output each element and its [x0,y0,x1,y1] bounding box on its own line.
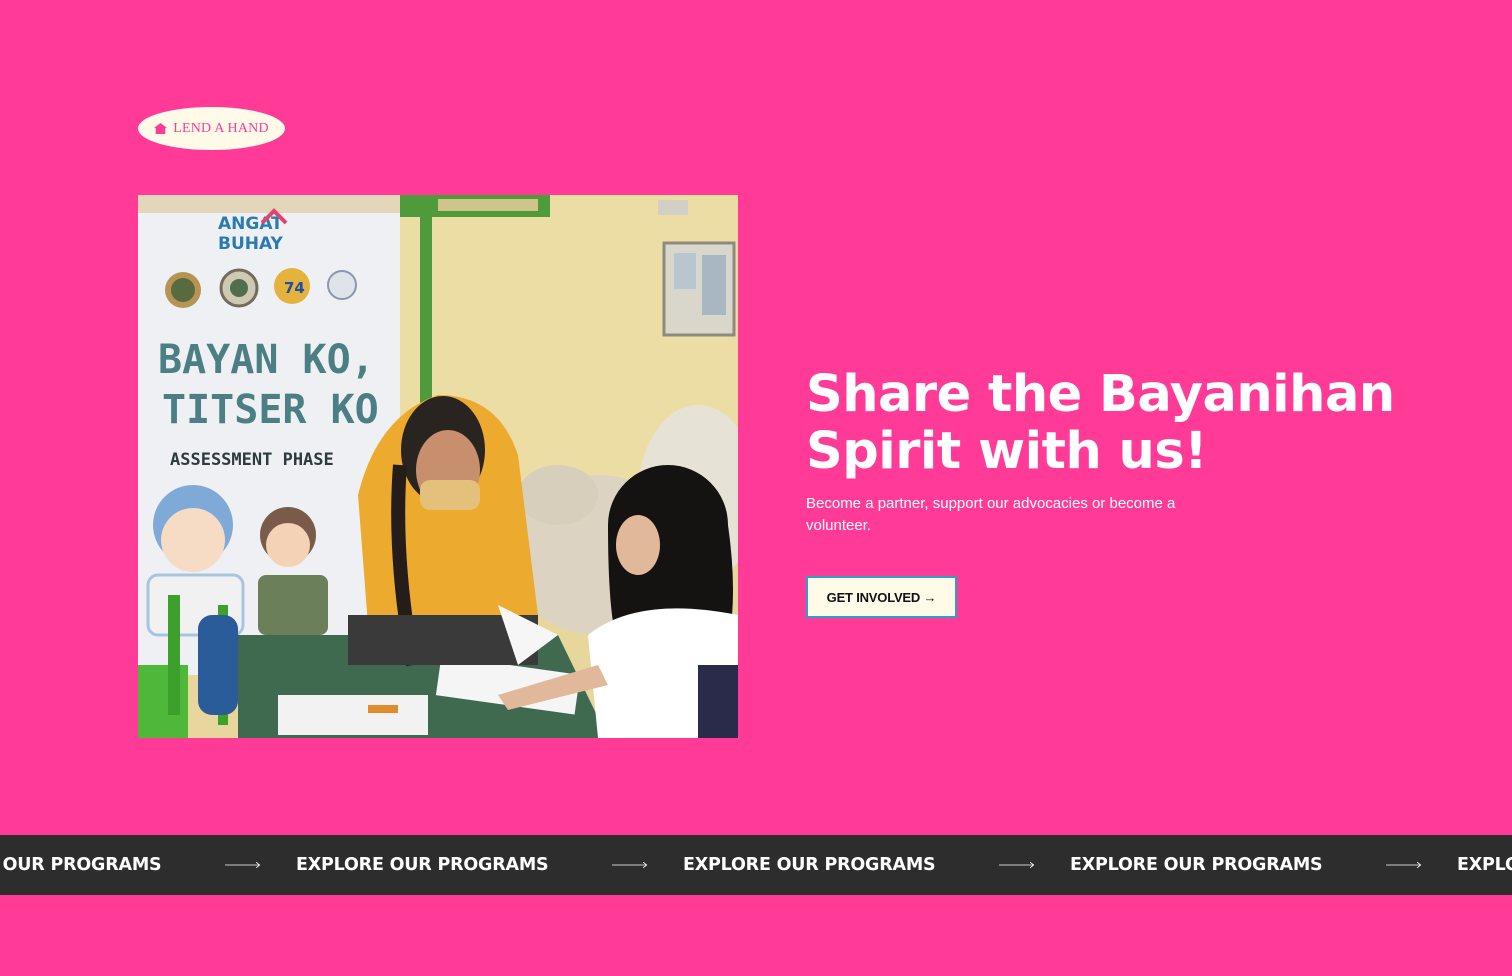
marquee-item[interactable]: EXPLORE OUR PROGRAMS [296,855,683,875]
marquee-item-label: EXPLORE OUR PROGRAMS [683,855,936,875]
marquee-item[interactable]: EXPLORE OUR PROGRAMS [1070,855,1457,875]
explore-programs-marquee[interactable]: EXPLORE OUR PROGRAMS EXPLORE OUR PROGRAM… [0,835,1512,895]
long-arrow-right-icon [612,861,648,869]
banner-subtitle: ASSESSMENT PHASE [170,450,334,470]
marquee-track: EXPLORE OUR PROGRAMS EXPLORE OUR PROGRAM… [0,835,1512,895]
long-arrow-right-icon [1386,861,1422,869]
banner-logo-line1: ANGAT [218,214,283,234]
banner-title-line1: BAYAN KO, [158,337,375,383]
get-involved-button[interactable]: GET INVOLVED → [806,576,957,618]
marquee-item-label: EXPLORE OUR PROGRAMS [1070,855,1323,875]
banner-logo-line2: BUHAY [218,234,284,254]
marquee-item-label: EXPLORE OUR PROGRAMS [0,855,162,875]
long-arrow-right-icon [999,861,1035,869]
banner-title-line2: TITSER KO [162,387,379,433]
marquee-item[interactable]: EXPLORE OUR PROGRAMS [1457,855,1512,875]
house-icon [154,123,168,134]
hero-subtitle: Become a partner, support our advocacies… [806,495,1176,534]
marquee-item-label: EXPLORE OUR PROGRAMS [296,855,549,875]
photo-illustration: ANGAT BUHAY 74 BAYAN KO, TITSER KO ASSES… [138,195,738,738]
hero-title: Share the Bayanihan Spirit with us! [806,365,1395,481]
seal-number: 74 [284,279,305,297]
hero-photo: ANGAT BUHAY 74 BAYAN KO, TITSER KO ASSES… [138,195,738,738]
marquee-item[interactable]: EXPLORE OUR PROGRAMS [683,855,1070,875]
long-arrow-right-icon [225,861,261,869]
marquee-item-label: EXPLORE OUR PROGRAMS [1457,855,1512,875]
lend-a-hand-tag: LEND A HAND [138,107,285,150]
tag-label: LEND A HAND [173,120,269,136]
marquee-item[interactable]: EXPLORE OUR PROGRAMS [0,855,296,875]
